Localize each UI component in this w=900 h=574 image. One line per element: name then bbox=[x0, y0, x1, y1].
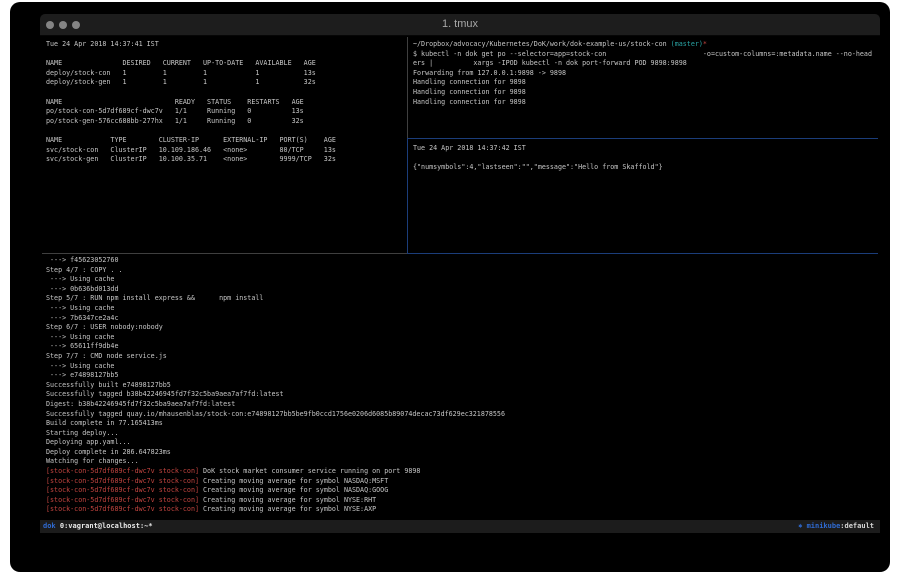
pane-skaffold-output[interactable]: Tue 24 Apr 2018 14:37:42 IST {"numsymbol… bbox=[413, 144, 876, 251]
log-message: DoK stock market consumer service runnin… bbox=[199, 467, 420, 475]
log-pod-prefix: [stock-con-5d7df689cf-dwc7v stock-con] bbox=[46, 496, 199, 504]
stock-con-log-line: [stock-con-5d7df689cf-dwc7v stock-con] C… bbox=[46, 477, 876, 487]
log-pod-prefix: [stock-con-5d7df689cf-dwc7v stock-con] bbox=[46, 486, 199, 494]
terminal-content: Tue 24 Apr 2018 14:37:41 IST NAME DESIRE… bbox=[40, 36, 880, 533]
log-pod-prefix: [stock-con-5d7df689cf-dwc7v stock-con] bbox=[46, 467, 199, 475]
tmux-session-name: dok bbox=[43, 522, 56, 530]
git-branch-label: (master) bbox=[667, 40, 703, 48]
pane-build-log[interactable]: ---> f45623052760 Step 4/7 : COPY . . --… bbox=[46, 256, 876, 518]
kube-namespace: :default bbox=[840, 522, 874, 530]
git-dirty-indicator: * bbox=[703, 40, 707, 48]
tmux-window-tab[interactable]: 0:vagrant@localhost:~* bbox=[60, 522, 153, 530]
status-right: ⎈ minikube:default bbox=[798, 520, 874, 533]
screenshot-page: 1. tmux Tue 24 Apr 2018 14:37:41 IST NAM… bbox=[0, 0, 900, 574]
log-message: Creating moving average for symbol NASDA… bbox=[199, 477, 388, 485]
log-pod-prefix: [stock-con-5d7df689cf-dwc7v stock-con] bbox=[46, 477, 199, 485]
stock-con-log-line: [stock-con-5d7df689cf-dwc7v stock-con] C… bbox=[46, 486, 876, 496]
stock-con-log-line: [stock-con-5d7df689cf-dwc7v stock-con] C… bbox=[46, 505, 876, 515]
kubectl-watch-output: Tue 24 Apr 2018 14:37:41 IST NAME DESIRE… bbox=[46, 40, 404, 165]
kube-context-name: minikube bbox=[807, 522, 841, 530]
port-forward-body: $ kubectl -n dok get po --selector=app=s… bbox=[413, 50, 872, 106]
slide-background: 1. tmux Tue 24 Apr 2018 14:37:41 IST NAM… bbox=[10, 2, 890, 572]
pane-divider-horizontal-active-top[interactable] bbox=[408, 138, 878, 139]
status-left: dok 0:vagrant@localhost:~* bbox=[43, 520, 153, 533]
stock-con-log-line: [stock-con-5d7df689cf-dwc7v stock-con] C… bbox=[46, 496, 876, 506]
port-forward-output: ~/Dropbox/advocacy/Kubernetes/DoK/work/d… bbox=[413, 40, 876, 107]
log-message: Creating moving average for symbol NYSE:… bbox=[199, 496, 376, 504]
tmux-status-bar: dok 0:vagrant@localhost:~* ⎈ minikube:de… bbox=[40, 520, 880, 533]
build-log-text: ---> f45623052760 Step 4/7 : COPY . . --… bbox=[46, 256, 876, 467]
pane-port-forward[interactable]: ~/Dropbox/advocacy/Kubernetes/DoK/work/d… bbox=[413, 40, 876, 136]
pane-divider-vertical-inactive[interactable] bbox=[407, 37, 408, 138]
prompt-path: ~/Dropbox/advocacy/Kubernetes/DoK/work/d… bbox=[413, 40, 667, 48]
log-pod-prefix: [stock-con-5d7df689cf-dwc7v stock-con] bbox=[46, 505, 199, 513]
stock-con-log-line: [stock-con-5d7df689cf-dwc7v stock-con] D… bbox=[46, 467, 876, 477]
pane-divider-horizontal-inactive[interactable] bbox=[42, 253, 407, 254]
pane-divider-horizontal-active-bottom[interactable] bbox=[407, 253, 878, 254]
pane-kubectl-watch[interactable]: Tue 24 Apr 2018 14:37:41 IST NAME DESIRE… bbox=[46, 40, 404, 250]
skaffold-output-text: Tue 24 Apr 2018 14:37:42 IST {"numsymbol… bbox=[413, 144, 876, 173]
window-titlebar[interactable]: 1. tmux bbox=[40, 14, 880, 36]
log-message: Creating moving average for symbol NYSE:… bbox=[199, 505, 376, 513]
log-message: Creating moving average for symbol NASDA… bbox=[199, 486, 388, 494]
window-title: 1. tmux bbox=[40, 18, 880, 30]
pane-divider-vertical-active[interactable] bbox=[407, 138, 408, 254]
